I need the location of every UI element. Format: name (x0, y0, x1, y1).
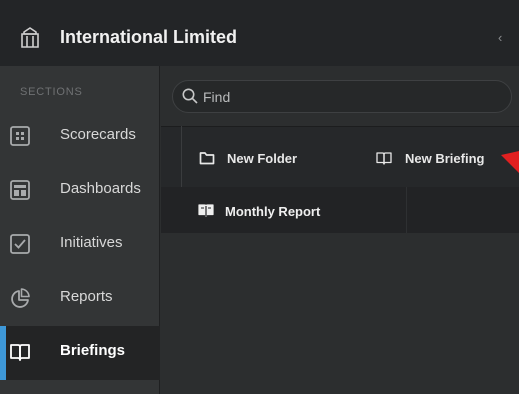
sidebar-item-label: Dashboards (60, 180, 141, 197)
list-item-label: Monthly Report (225, 204, 321, 219)
search-box[interactable] (172, 80, 512, 113)
sidebar-item-label: Reports (60, 288, 113, 305)
new-folder-label: New Folder (227, 151, 298, 166)
pie-chart-icon (11, 288, 30, 308)
action-divider (181, 126, 182, 187)
sidebar: SECTIONS Scorecards Dashboards Initiativ… (0, 66, 160, 394)
book-icon (10, 344, 30, 361)
dashboard-icon (10, 180, 30, 200)
pointer-arrow-icon (501, 151, 519, 173)
search-icon (182, 88, 198, 104)
scorecard-icon (10, 126, 30, 146)
book-icon (198, 204, 214, 217)
sidebar-item-dashboards[interactable]: Dashboards (0, 164, 160, 218)
open-book-icon (376, 152, 392, 165)
list-divider (406, 187, 407, 233)
briefings-list: Monthly Report (161, 187, 519, 233)
sidebar-item-label: Scorecards (60, 126, 136, 143)
sidebar-item-label: Briefings (60, 342, 126, 359)
collapse-sidebar-icon[interactable]: ‹ (498, 30, 502, 45)
sidebar-item-label: Initiatives (60, 234, 123, 251)
sidebar-item-initiatives[interactable]: Initiatives (0, 218, 160, 272)
building-columns-icon (21, 27, 39, 48)
search-input[interactable] (203, 87, 493, 107)
folder-icon (199, 152, 215, 165)
sidebar-item-briefings[interactable]: Briefings (0, 326, 160, 380)
sidebar-item-reports[interactable]: Reports (0, 272, 160, 326)
active-indicator (0, 326, 6, 380)
action-bar: New Folder New Briefing (161, 126, 519, 187)
top-bar: International Limited ‹ (0, 0, 519, 66)
new-briefing-button[interactable]: New Briefing (343, 127, 519, 188)
sidebar-item-scorecards[interactable]: Scorecards (0, 110, 160, 164)
sections-heading: SECTIONS (20, 86, 83, 98)
new-folder-button[interactable]: New Folder (161, 127, 342, 188)
new-briefing-label: New Briefing (405, 151, 485, 166)
organization-name[interactable]: International Limited (60, 27, 237, 48)
checkbox-icon (10, 234, 30, 254)
